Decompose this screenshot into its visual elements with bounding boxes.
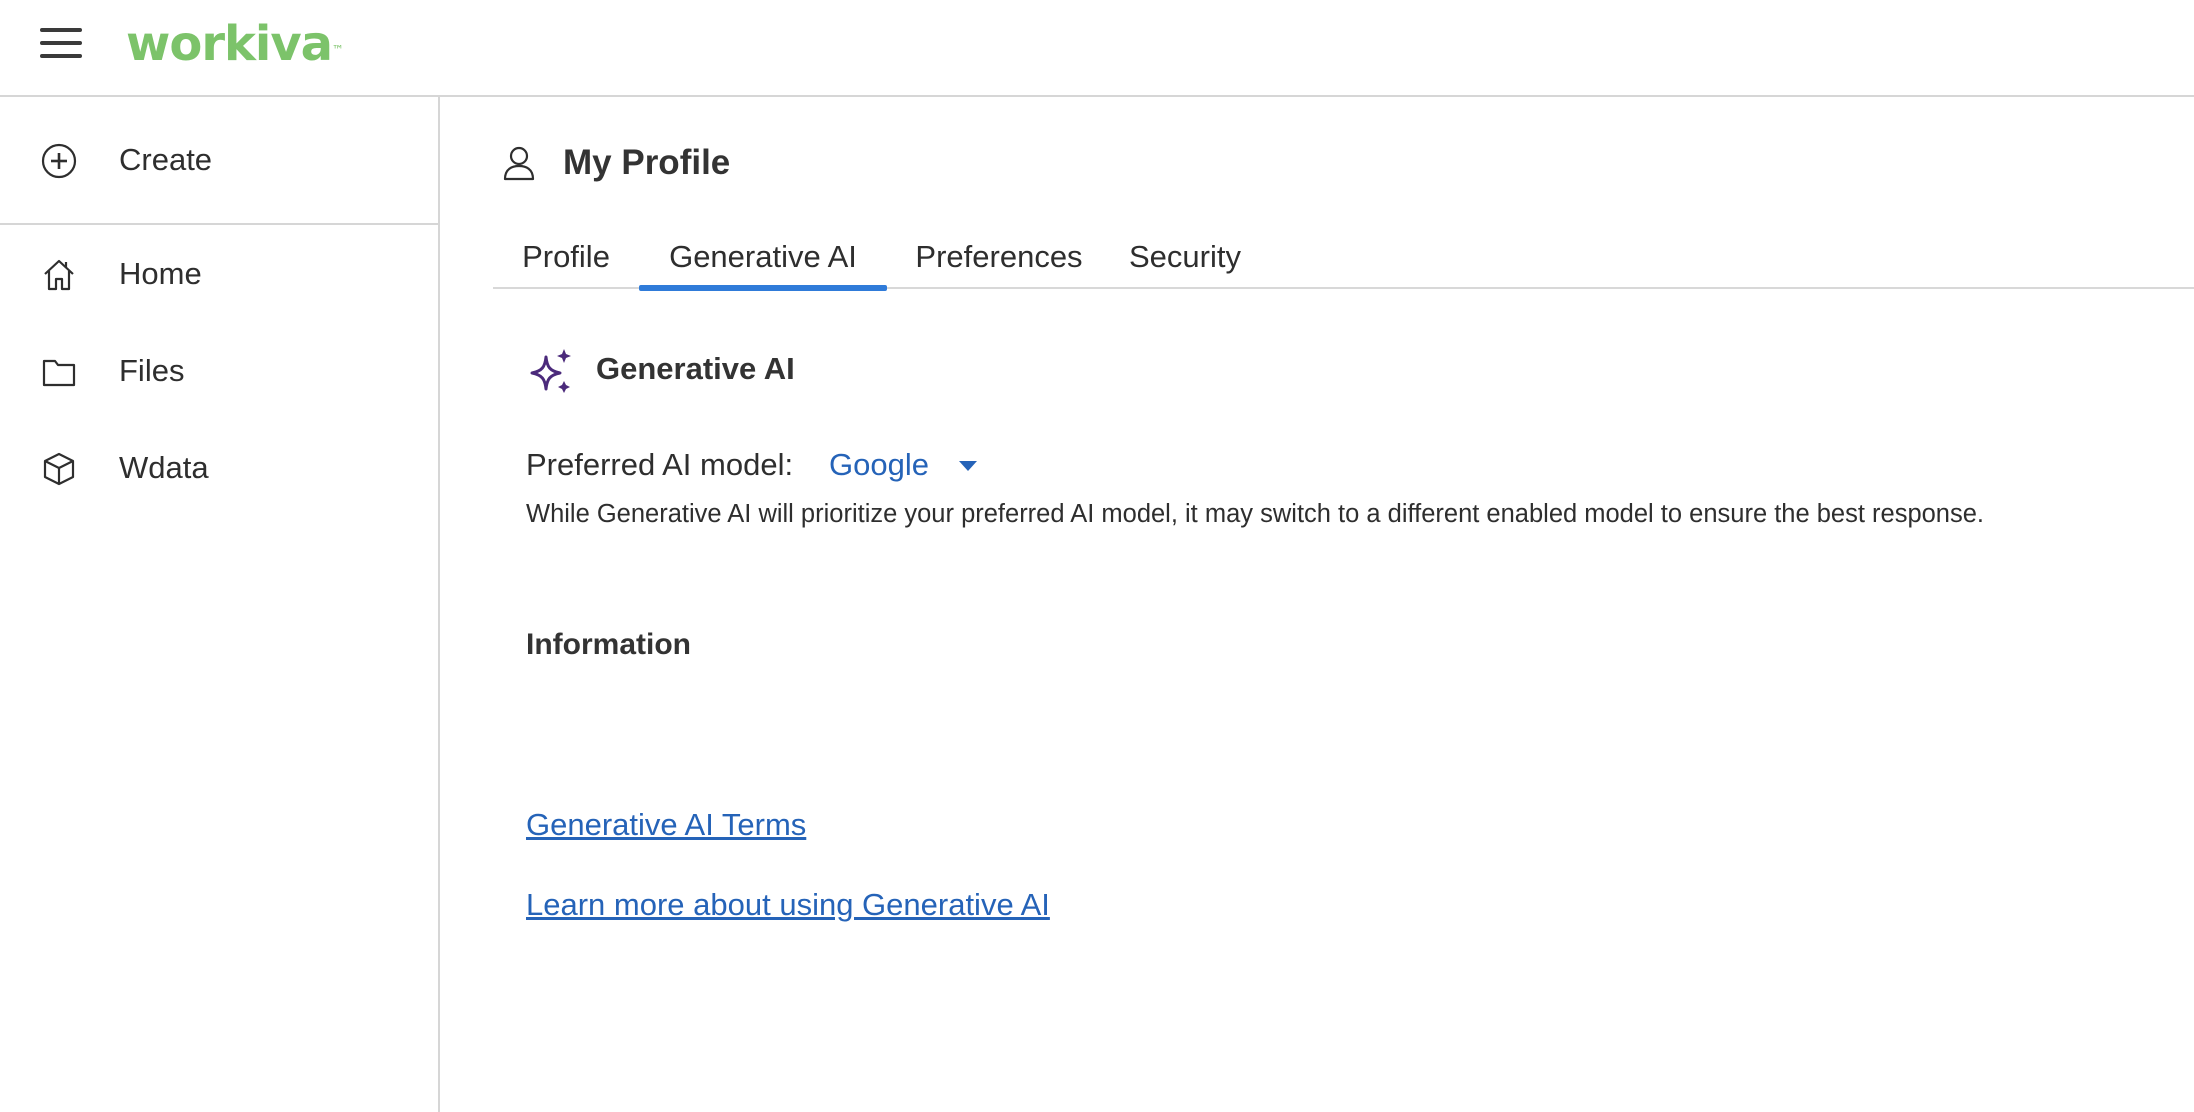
sidebar-item-label: Files — [119, 353, 185, 388]
sidebar-item-files[interactable]: Files — [0, 331, 438, 411]
page-title: My Profile — [563, 143, 731, 182]
tab-generative-ai[interactable]: Generative AI — [639, 233, 887, 291]
cube-icon — [43, 452, 75, 486]
sidebar-item-home[interactable]: Home — [0, 234, 438, 314]
sidebar-item-label: Wdata — [119, 450, 209, 485]
workiva-logo[interactable]: workiva™ — [126, 14, 344, 74]
create-button[interactable]: Create — [0, 97, 438, 225]
folder-icon — [42, 359, 76, 387]
create-label: Create — [119, 142, 213, 177]
tab-bar: Profile Generative AI Preferences Securi… — [493, 233, 2194, 291]
home-icon — [44, 259, 74, 291]
sidebar-item-label: Home — [119, 256, 202, 291]
user-icon — [503, 146, 535, 181]
tab-security[interactable]: Security — [1111, 233, 1259, 289]
plus-circle-icon — [41, 143, 77, 179]
preferred-model-label: Preferred AI model: — [526, 447, 794, 482]
information-title: Information — [526, 628, 691, 661]
top-bar: workiva™ — [0, 0, 2194, 97]
learn-more-generative-ai-link[interactable]: Learn more about using Generative AI — [526, 885, 1050, 925]
sidebar: Create Home Files Wdata — [0, 97, 440, 1112]
generative-ai-terms-link[interactable]: Generative AI Terms — [526, 805, 806, 845]
sparkle-icon — [530, 349, 571, 393]
preferred-model-dropdown[interactable]: Google — [829, 443, 989, 487]
tab-profile[interactable]: Profile — [493, 233, 639, 289]
sidebar-item-wdata[interactable]: Wdata — [0, 428, 438, 508]
hamburger-menu-icon[interactable] — [40, 26, 82, 60]
tab-preferences[interactable]: Preferences — [887, 233, 1111, 289]
chevron-down-icon — [959, 461, 977, 471]
preferred-model-help-text: While Generative AI will prioritize your… — [526, 500, 1985, 528]
preferred-model-value: Google — [829, 447, 929, 482]
main-content: My Profile Profile Generative AI Prefere… — [442, 97, 2194, 1112]
section-title: Generative AI — [596, 351, 795, 386]
